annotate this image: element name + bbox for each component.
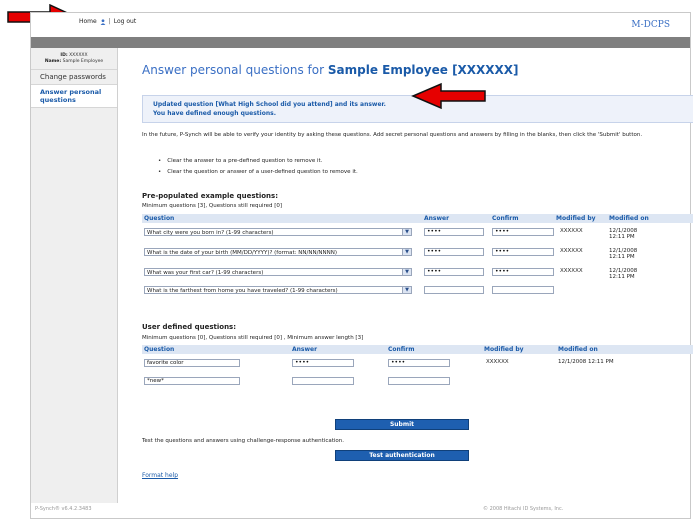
name-value: Sample Employee <box>62 59 104 64</box>
table-row: What is the date of your birth (MM/DD/YY… <box>142 244 693 264</box>
confirm-field[interactable] <box>388 377 450 385</box>
table-row: What was your first car? (1-99 character… <box>142 264 693 284</box>
modified-by: XXXXXX <box>560 248 583 254</box>
col-question: Question <box>144 215 175 222</box>
prepopulated-table-header: Question Answer Confirm Modified by Modi… <box>142 214 693 223</box>
modified-on: 12/1/2008 12:11 PM <box>609 268 638 280</box>
col-answer: Answer <box>292 346 318 353</box>
name-label: Name: <box>44 59 62 64</box>
col-confirm: Confirm <box>388 346 415 353</box>
col-confirm: Confirm <box>492 215 519 222</box>
submit-button[interactable]: Submit <box>335 419 469 430</box>
col-question: Question <box>144 346 175 353</box>
page-title: Answer personal questions for Sample Emp… <box>142 63 519 77</box>
user-id-box: ID: XXXXXX Name: Sample Employee <box>31 48 117 65</box>
user-defined-title: User defined questions: <box>142 323 237 331</box>
question-field[interactable]: *new* <box>144 377 240 385</box>
answer-field[interactable]: •••• <box>424 248 484 256</box>
chevron-down-icon[interactable]: ▼ <box>402 269 411 275</box>
format-help-link[interactable]: Format help <box>142 472 178 479</box>
bullet-2: Clear the question or answer of a user-d… <box>158 169 358 175</box>
version-text: P-Synch® v6.4.2.3483 <box>35 506 92 512</box>
col-modified-by: Modified by <box>484 346 524 353</box>
home-link[interactable]: Home <box>79 18 97 25</box>
sidebar-item-change-passwords[interactable]: Change passwords <box>31 69 117 84</box>
question-text: What is the farthest from home you have … <box>147 288 338 294</box>
prepopulated-subtitle: Minimum questions [3], Questions still r… <box>142 203 283 209</box>
modified-on: 12/1/2008 12:11 PM <box>609 248 638 260</box>
chevron-down-icon[interactable]: ▼ <box>402 287 411 293</box>
app-window: Home | Log out M-DCPS ID: XXXXXX Name: S… <box>30 12 693 519</box>
id-label: ID: <box>60 53 68 58</box>
intro-text: In the future, P-Synch will be able to v… <box>142 132 643 138</box>
table-row: What city were you born in? (1-99 charac… <box>142 224 693 244</box>
question-select[interactable]: What city were you born in? (1-99 charac… <box>144 228 412 236</box>
answer-field[interactable]: •••• <box>424 268 484 276</box>
question-text: What city were you born in? (1-99 charac… <box>147 230 274 236</box>
sidebar-item-answer-questions[interactable]: Answer personal questions <box>31 84 117 108</box>
col-modified-on: Modified on <box>609 215 649 222</box>
modified-on: 12/1/2008 12:11 PM <box>609 228 638 240</box>
chevron-down-icon[interactable]: ▼ <box>402 249 411 255</box>
col-modified-on: Modified on <box>558 346 598 353</box>
id-value: XXXXXX <box>69 53 88 58</box>
answer-field[interactable] <box>292 377 354 385</box>
confirm-field[interactable]: •••• <box>492 228 554 236</box>
title-employee: Sample Employee [XXXXXX] <box>327 63 519 77</box>
annotation-arrow-notice <box>411 82 486 110</box>
modified-by: XXXXXX <box>560 228 583 234</box>
title-prefix: Answer personal questions for <box>142 63 328 77</box>
top-nav: Home | Log out <box>79 18 136 25</box>
chevron-down-icon[interactable]: ▼ <box>402 229 411 235</box>
confirm-field[interactable]: •••• <box>492 248 554 256</box>
question-text: What is the date of your birth (MM/DD/YY… <box>147 250 338 256</box>
modified-by: XXXXXX <box>486 359 509 365</box>
question-field[interactable]: favorite color <box>144 359 240 367</box>
answer-field[interactable]: •••• <box>424 228 484 236</box>
modified-on: 12/1/2008 12:11 PM <box>558 359 614 365</box>
user-icon <box>100 18 106 25</box>
answer-field[interactable] <box>424 286 484 294</box>
question-select[interactable]: What was your first car? (1-99 character… <box>144 268 412 276</box>
confirm-field[interactable]: •••• <box>388 359 450 367</box>
user-defined-table-header: Question Answer Confirm Modified by Modi… <box>142 345 693 354</box>
test-instructions: Test the questions and answers using cha… <box>142 438 345 444</box>
prepopulated-title: Pre-populated example questions: <box>142 192 279 200</box>
copyright-text: © 2008 Hitachi ID Systems, Inc. <box>483 506 564 512</box>
modified-by: XXXXXX <box>560 268 583 274</box>
header-divider-bar <box>31 37 690 48</box>
confirm-field[interactable]: •••• <box>492 268 554 276</box>
notice-line-2: You have defined enough questions. <box>153 110 276 117</box>
question-select[interactable]: What is the date of your birth (MM/DD/YY… <box>144 248 412 256</box>
question-text: What was your first car? (1-99 character… <box>147 270 264 276</box>
logo: M-DCPS <box>631 20 670 30</box>
col-answer: Answer <box>424 215 450 222</box>
sidebar: ID: XXXXXX Name: Sample Employee Change … <box>31 48 118 503</box>
main-content: Answer personal questions for Sample Emp… <box>128 48 693 503</box>
table-row: What is the farthest from home you have … <box>142 282 693 302</box>
col-modified-by: Modified by <box>556 215 596 222</box>
confirm-field[interactable] <box>492 286 554 294</box>
table-row: *new* <box>142 373 693 393</box>
top-bar: Home | Log out M-DCPS <box>31 13 690 37</box>
answer-field[interactable]: •••• <box>292 359 354 367</box>
bullet-1: Clear the answer to a pre-defined questi… <box>158 158 322 164</box>
logout-link[interactable]: Log out <box>114 18 136 25</box>
user-defined-subtitle: Minimum questions [0], Questions still r… <box>142 335 364 341</box>
question-select[interactable]: What is the farthest from home you have … <box>144 286 412 294</box>
test-authentication-button[interactable]: Test authentication <box>335 450 469 461</box>
nav-separator: | <box>108 18 111 25</box>
table-row: favorite color •••• •••• XXXXXX 12/1/200… <box>142 355 693 375</box>
